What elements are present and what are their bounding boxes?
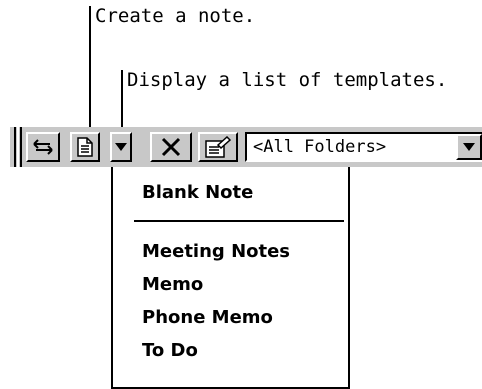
- properties-button[interactable]: [198, 132, 238, 162]
- menu-item-blank-note[interactable]: Blank Note: [142, 182, 253, 204]
- template-menu: Blank Note Meeting Notes Memo Phone Memo…: [111, 167, 350, 389]
- templates-callout-line: [121, 70, 123, 130]
- menu-separator: [134, 220, 344, 222]
- menu-item-meeting-notes[interactable]: Meeting Notes: [142, 241, 290, 263]
- sync-button[interactable]: [26, 132, 60, 162]
- down-arrow-icon: [115, 143, 127, 151]
- delete-button[interactable]: [150, 132, 192, 162]
- down-arrow-icon: [463, 143, 475, 151]
- create-note-callout-line: [89, 6, 91, 130]
- menu-item-to-do[interactable]: To Do: [142, 340, 198, 362]
- folder-select[interactable]: <All Folders>: [245, 132, 482, 162]
- templates-callout: Display a list of templates.: [127, 69, 448, 91]
- double-arrow-icon: [33, 139, 53, 155]
- screen: { "callouts": { "create_note": "Create a…: [0, 0, 482, 389]
- folder-select-arrow-button[interactable]: [456, 134, 482, 160]
- template-dropdown-button[interactable]: [110, 132, 132, 162]
- new-note-button[interactable]: [70, 132, 100, 162]
- create-note-callout: Create a note.: [95, 5, 256, 27]
- menu-item-phone-memo[interactable]: Phone Memo: [142, 307, 273, 329]
- folder-select-value: <All Folders>: [253, 137, 387, 157]
- menu-item-memo[interactable]: Memo: [142, 274, 203, 296]
- document-icon: [77, 137, 93, 157]
- x-icon: [161, 137, 181, 157]
- properties-icon: [205, 136, 231, 158]
- notes-toolbar: <All Folders>: [10, 127, 482, 167]
